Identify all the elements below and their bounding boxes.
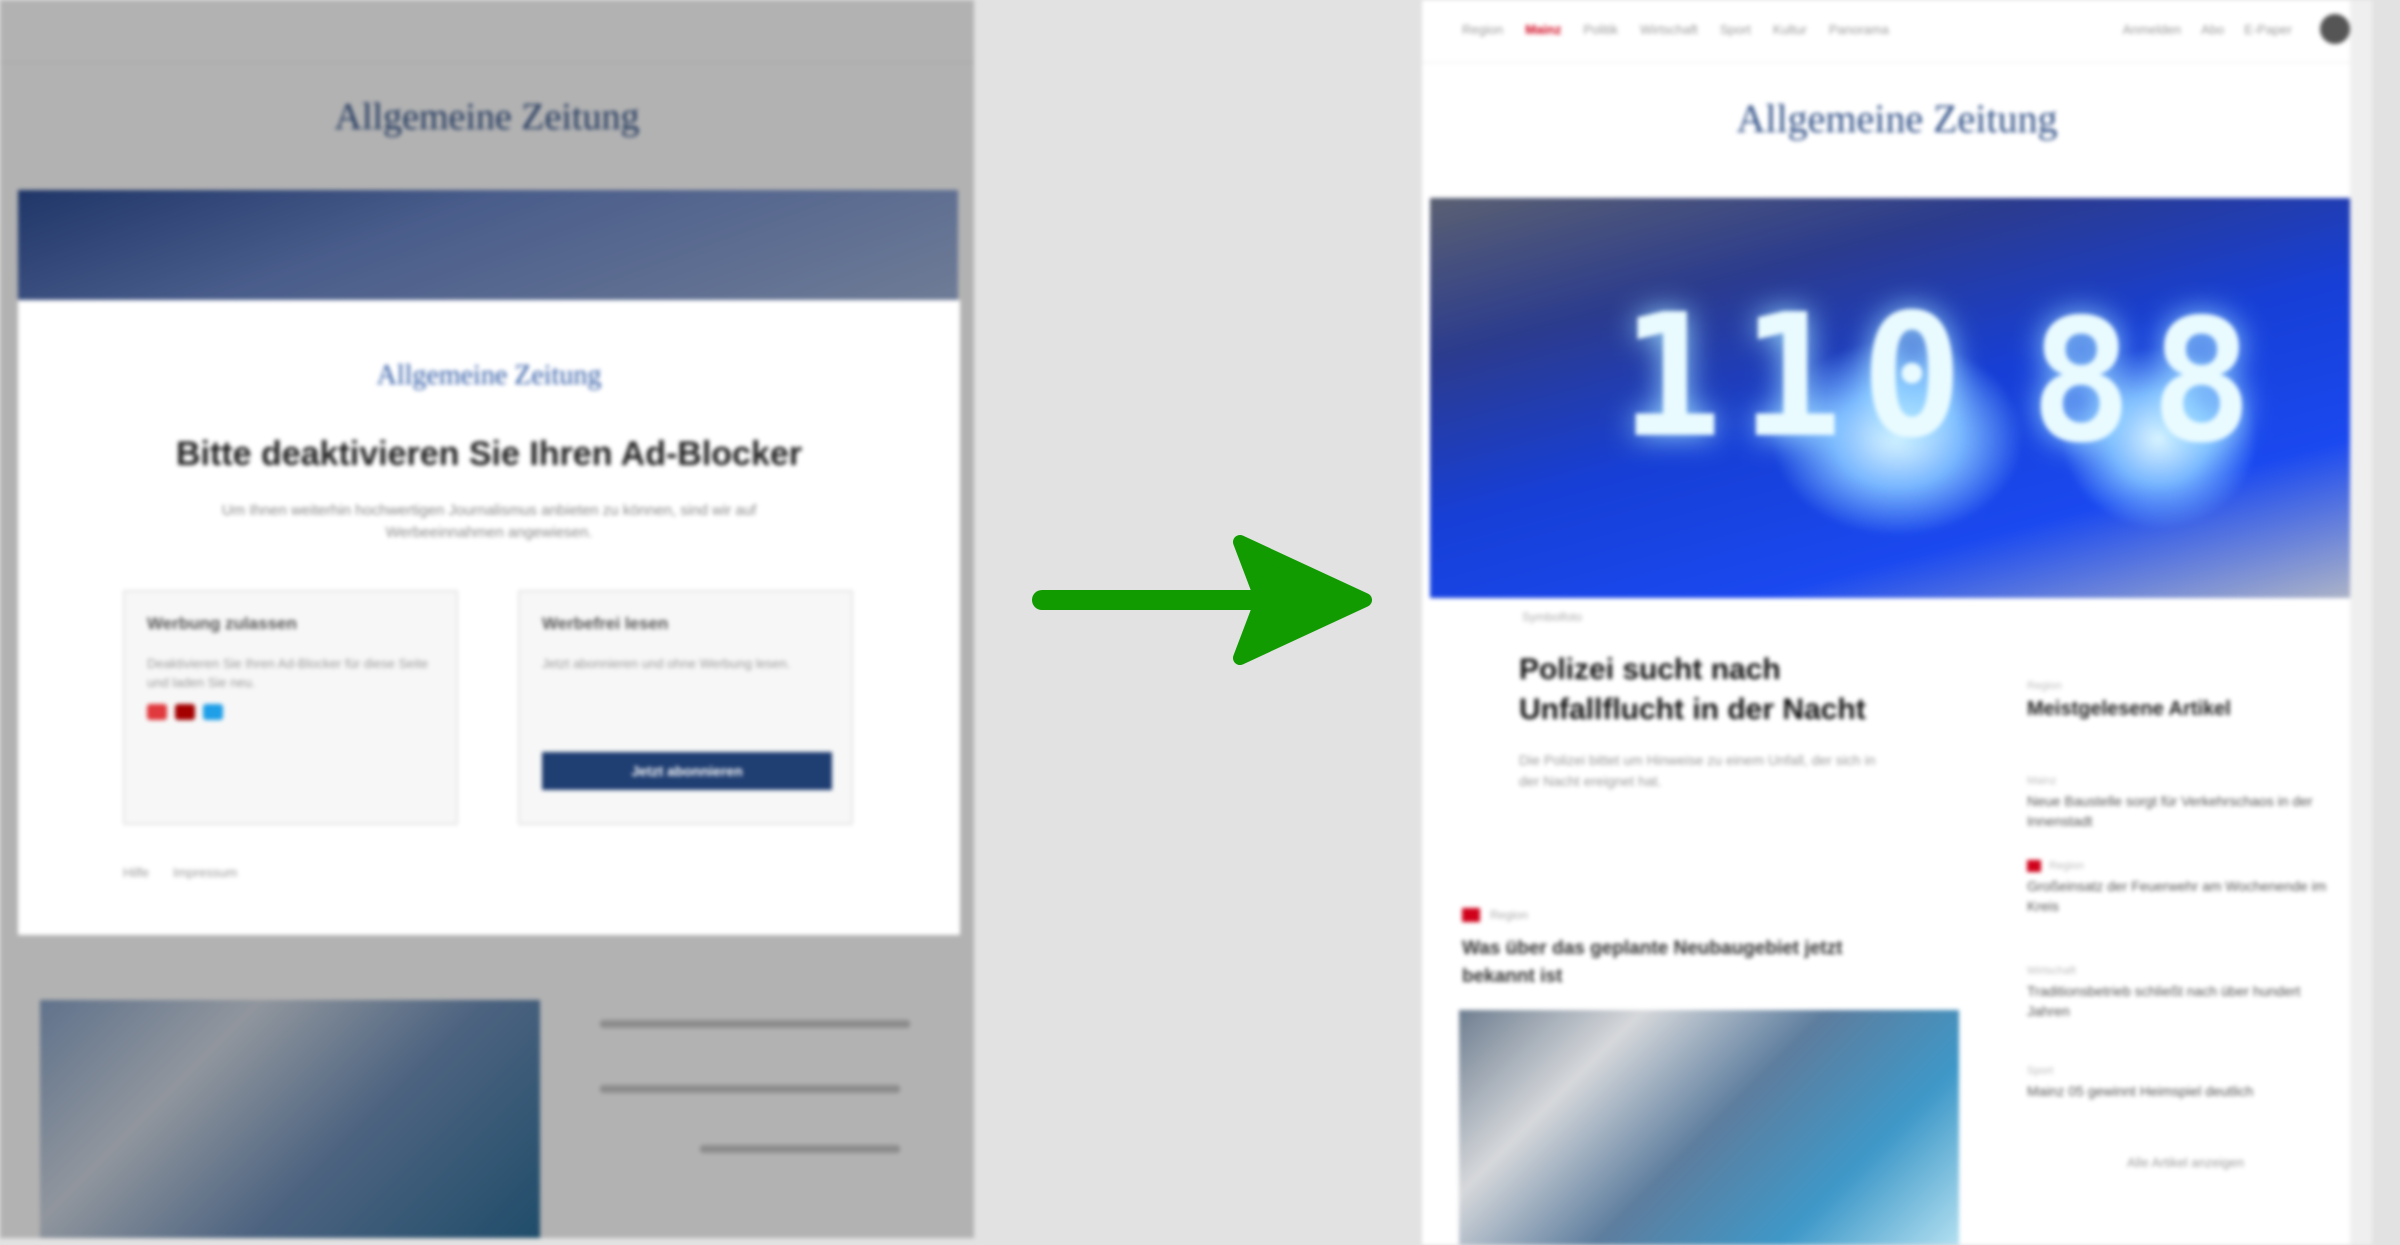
hero-led-left: 110 [1620,278,1982,476]
sidebar-item-title: Neue Baustelle sorgt für Verkehrschaos i… [2027,793,2313,829]
before-screenshot: Allgemeine Zeitung Allgemeine Zeitung Bi… [0,0,974,1238]
nav-item[interactable]: Wirtschaft [1640,22,1698,37]
article-headline[interactable]: Polizei sucht nach Unfallflucht in der N… [1519,650,1949,730]
tag-label: Region [1490,908,1529,922]
sidebar-item-meta: Region [2027,860,2337,872]
transition-arrow-icon [1032,535,1372,665]
second-article-headline[interactable]: Was über das geplante Neubaugebiet jetzt… [1462,935,1862,991]
nav-item[interactable]: Sport [1720,22,1751,37]
adblock-modal: Allgemeine Zeitung Bitte deaktivieren Si… [18,300,960,935]
nav-item-hot[interactable]: Mainz [1525,22,1561,37]
user-icon[interactable] [2320,14,2350,44]
sidebar-item[interactable]: Mainz Neue Baustelle sorgt für Verkehrsc… [2027,775,2337,831]
help-link[interactable]: Hilfe [123,865,149,880]
option-title: Werbung zulassen [147,614,297,633]
meta-label: Mainz [2027,775,2057,787]
modal-text: Um Ihnen weiterhin hochwertigen Journali… [221,502,757,541]
main-nav: Region Mainz Politik Wirtschaft Sport Ku… [1462,22,1889,37]
meta-label: Region [2049,860,2084,872]
nav-item[interactable]: Kultur [1773,22,1807,37]
sidebar-item-meta: Mainz [2027,775,2337,787]
epaper-link[interactable]: E-Paper [2244,22,2292,37]
scrollbar[interactable] [2350,0,2372,1245]
plus-badge-icon [2027,860,2041,872]
sidebar-more-link[interactable]: Alle Artikel anzeigen [2127,1155,2244,1170]
masthead-logo[interactable]: Allgemeine Zeitung [1422,95,2372,142]
sidebar-item-title: Traditionsbetrieb schließt nach über hun… [2027,983,2301,1019]
article-teaser: Die Polizei bittet um Hinweise zu einem … [1519,752,1876,789]
option-text: Deaktivieren Sie Ihren Ad-Blocker für di… [147,656,429,690]
article-tag: Region [1462,908,1528,922]
plus-badge-icon [1462,908,1480,922]
sidebar-item[interactable]: Region Großeinsatz der Feuerwehr am Woch… [2027,860,2337,916]
sidebar-item-meta: Sport [2027,1065,2337,1077]
meta-label: Sport [2027,1065,2054,1077]
blocker-icons [147,704,223,720]
second-article-image[interactable] [1459,1010,1959,1245]
sidebar-item-title: Mainz 05 gewinnt Heimspiel deutlich [2027,1083,2254,1099]
top-bar: Region Mainz Politik Wirtschaft Sport Ku… [1422,0,2372,63]
modal-logo: Allgemeine Zeitung [376,360,602,391]
hero-led-right: 88 [2030,283,2271,481]
option-text: Jetzt abonnieren und ohne Werbung lesen. [542,656,791,671]
nav-item[interactable]: Region [1462,22,1503,37]
subscribe-button[interactable]: Jetzt abonnieren [542,752,832,790]
ghostery-icon[interactable] [203,704,223,720]
nav-item[interactable]: Politik [1583,22,1618,37]
login-link[interactable]: Anmelden [2123,22,2182,37]
sidebar-item-title: Großeinsatz der Feuerwehr am Wochenende … [2027,878,2327,914]
sidebar-item-meta: Wirtschaft [2027,965,2337,977]
after-screenshot: Region Mainz Politik Wirtschaft Sport Ku… [1422,0,2372,1245]
meta-label: Wirtschaft [2027,965,2076,977]
sidebar-item[interactable]: Wirtschaft Traditionsbetrieb schließt na… [2027,965,2337,1021]
option-subscribe[interactable]: Werbefrei lesen Jetzt abonnieren und ohn… [518,590,853,825]
ublock-icon[interactable] [175,704,195,720]
nav-item[interactable]: Panorama [1829,22,1889,37]
hero-caption: Symbolfoto [1522,610,1583,624]
account-links: Anmelden Abo E-Paper [2123,22,2292,37]
modal-title: Bitte deaktivieren Sie Ihren Ad-Blocker [175,435,803,473]
option-allow-ads[interactable]: Werbung zulassen Deaktivieren Sie Ihren … [123,590,458,825]
sidebar: Region Meistgelesene Artikel Mainz Neue … [2027,680,2357,1170]
adblock-icon[interactable] [147,704,167,720]
sidebar-item[interactable]: Sport Mainz 05 gewinnt Heimspiel deutlic… [2027,1065,2337,1101]
sidebar-title: Meistgelesene Artikel [2027,698,2231,720]
option-title: Werbefrei lesen [542,614,669,633]
hero-image[interactable]: 110 88 [1430,198,2365,598]
modal-footer-links: Hilfe Impressum [123,865,237,880]
abo-link[interactable]: Abo [2201,22,2224,37]
imprint-link[interactable]: Impressum [173,865,237,880]
sidebar-label: Region [2027,680,2062,692]
